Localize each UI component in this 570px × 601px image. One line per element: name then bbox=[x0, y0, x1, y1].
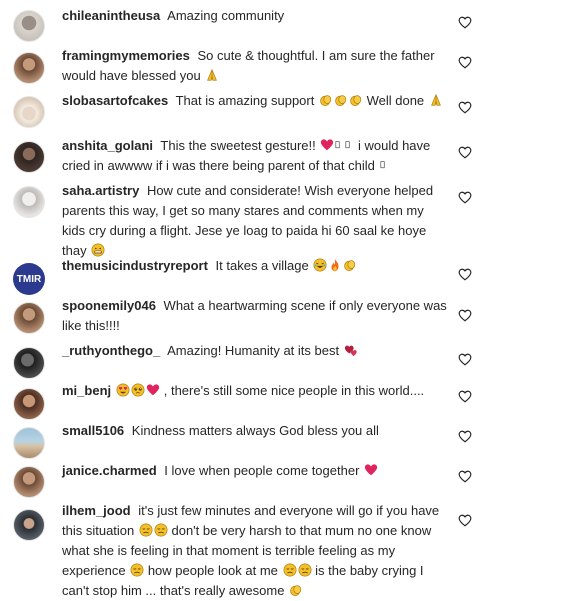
avatar[interactable] bbox=[13, 52, 45, 84]
disappointed-face-icon bbox=[154, 523, 168, 538]
avatar-initials: TMIR bbox=[16, 273, 42, 285]
like-heart-icon[interactable] bbox=[458, 191, 472, 204]
clapping-hands-icon bbox=[319, 93, 333, 108]
comment-list: chileanintheusa Amazing community framin… bbox=[0, 0, 570, 600]
pleading-face-icon bbox=[131, 383, 145, 398]
comment-text: spoonemily046 What a heartwarming scene … bbox=[62, 296, 447, 336]
comment-text: chileanintheusa Amazing community bbox=[62, 6, 447, 26]
comment-text: ilhem_jood it's just few minutes and eve… bbox=[62, 501, 447, 601]
disappointed-face-icon bbox=[139, 523, 153, 538]
heart-eyes-icon bbox=[116, 383, 130, 398]
two-hearts-icon bbox=[344, 343, 358, 358]
comment-body: I love when people come together bbox=[160, 463, 364, 478]
like-heart-icon[interactable] bbox=[458, 514, 472, 527]
avatar[interactable] bbox=[13, 302, 45, 334]
comment-text: anshita_golani This the sweetest gesture… bbox=[62, 136, 447, 176]
red-heart-icon bbox=[146, 383, 160, 398]
comment-username[interactable]: janice.charmed bbox=[62, 463, 157, 478]
comment-username[interactable]: mi_benj bbox=[62, 383, 111, 398]
like-heart-icon[interactable] bbox=[458, 309, 472, 322]
comment-text: small5106 Kindness matters always God bl… bbox=[62, 421, 447, 441]
clapping-hands-icon bbox=[343, 258, 357, 273]
comment-body: It takes a village bbox=[211, 258, 313, 273]
comment-username[interactable]: small5106 bbox=[62, 423, 124, 438]
comment-text: mi_benj , there's still some nice people… bbox=[62, 381, 447, 401]
comment-username[interactable]: ilhem_jood bbox=[62, 503, 131, 518]
like-heart-icon[interactable] bbox=[458, 268, 472, 281]
like-heart-icon[interactable] bbox=[458, 16, 472, 29]
praying-hands-icon bbox=[205, 68, 219, 83]
avatar[interactable] bbox=[13, 388, 45, 420]
comment-username[interactable]: chileanintheusa bbox=[62, 8, 160, 23]
disappointed-face-icon bbox=[283, 563, 297, 578]
like-heart-icon[interactable] bbox=[458, 390, 472, 403]
avatar[interactable] bbox=[13, 96, 45, 128]
comment-body: , there's still some nice people in this… bbox=[160, 383, 425, 398]
praying-hands-icon bbox=[429, 93, 443, 108]
comment-text: _ruthyonthego_ Amazing! Humanity at its … bbox=[62, 341, 447, 361]
disappointed-face-icon bbox=[298, 563, 312, 578]
laughing-face-icon bbox=[313, 258, 327, 273]
comment-username[interactable]: anshita_golani bbox=[62, 138, 153, 153]
like-heart-icon[interactable] bbox=[458, 146, 472, 159]
fire-icon bbox=[328, 258, 342, 273]
avatar[interactable] bbox=[13, 10, 45, 42]
comment-body: Amazing community bbox=[164, 8, 285, 23]
like-heart-icon[interactable] bbox=[458, 56, 472, 69]
red-heart-icon bbox=[320, 138, 334, 153]
avatar[interactable]: TMIR bbox=[13, 263, 45, 295]
comment-body: how people look at me bbox=[144, 563, 282, 578]
comment-body: Kindness matters always God bless you al… bbox=[128, 423, 379, 438]
clapping-hands-icon bbox=[289, 583, 303, 598]
comment-text: themusicindustryreport It takes a villag… bbox=[62, 256, 447, 276]
comment-body: Amazing! Humanity at its best bbox=[164, 343, 343, 358]
avatar[interactable] bbox=[13, 186, 45, 218]
comment-body: That is amazing support bbox=[172, 93, 318, 108]
avatar[interactable] bbox=[13, 141, 45, 173]
comment-text: framingmymemories So cute & thoughtful. … bbox=[62, 46, 447, 86]
clapping-hands-icon bbox=[334, 93, 348, 108]
disappointed-face-icon bbox=[130, 563, 144, 578]
like-heart-icon[interactable] bbox=[458, 101, 472, 114]
comment-text: slobasartofcakes That is amazing support… bbox=[62, 91, 447, 111]
like-heart-icon[interactable] bbox=[458, 430, 472, 443]
comment-text: saha.artistry How cute and considerate! … bbox=[62, 181, 447, 261]
comment-text: janice.charmed I love when people come t… bbox=[62, 461, 447, 481]
clapping-hands-icon bbox=[349, 93, 363, 108]
unknown-glyph-icon bbox=[335, 138, 344, 153]
comment-username[interactable]: _ruthyonthego_ bbox=[62, 343, 160, 358]
red-heart-icon bbox=[364, 463, 378, 478]
unknown-glyph-icon bbox=[380, 158, 389, 173]
comment-username[interactable]: themusicindustryreport bbox=[62, 258, 208, 273]
comment-username[interactable]: framingmymemories bbox=[62, 48, 190, 63]
comment-username[interactable]: slobasartofcakes bbox=[62, 93, 168, 108]
comment-body: Well done bbox=[362, 93, 428, 108]
like-heart-icon[interactable] bbox=[458, 353, 472, 366]
avatar[interactable] bbox=[13, 427, 45, 459]
comment-username[interactable]: spoonemily046 bbox=[62, 298, 156, 313]
avatar[interactable] bbox=[13, 347, 45, 379]
comment-body: This the sweetest gesture!! bbox=[157, 138, 320, 153]
like-heart-icon[interactable] bbox=[458, 470, 472, 483]
avatar[interactable] bbox=[13, 509, 45, 541]
comment-username[interactable]: saha.artistry bbox=[62, 183, 139, 198]
avatar[interactable] bbox=[13, 466, 45, 498]
